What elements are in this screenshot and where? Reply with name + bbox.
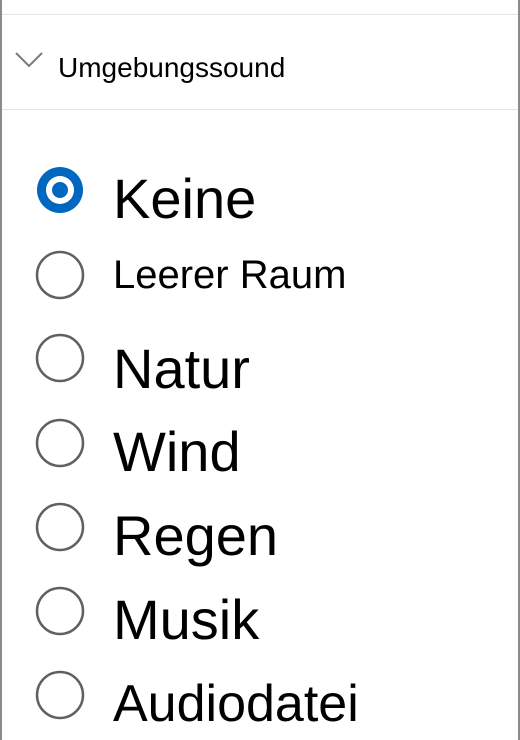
option-label: Regen: [113, 504, 279, 567]
option-label: Keine: [113, 167, 257, 230]
option-label: Leerer Raum: [113, 253, 347, 297]
radio-unselected-icon[interactable]: [35, 250, 85, 300]
option-label: Wind: [113, 420, 241, 483]
radio-unselected-icon[interactable]: [35, 502, 85, 552]
option-label: Musik: [113, 588, 260, 651]
radio-unselected-icon[interactable]: [35, 670, 85, 720]
radio-selected-icon[interactable]: [35, 165, 85, 215]
radio-unselected-icon[interactable]: [35, 333, 85, 383]
ambient-sound-panel: Umgebungssound Keine Leerer Raum Natur W…: [0, 0, 520, 740]
option-label: Natur: [113, 337, 250, 400]
radio-unselected-icon[interactable]: [35, 418, 85, 468]
option-label: Audiodatei: [113, 675, 359, 733]
radio-unselected-icon[interactable]: [35, 586, 85, 636]
ambient-sound-radio-group: Keine Leerer Raum Natur Wind Regen Musik…: [2, 0, 518, 740]
